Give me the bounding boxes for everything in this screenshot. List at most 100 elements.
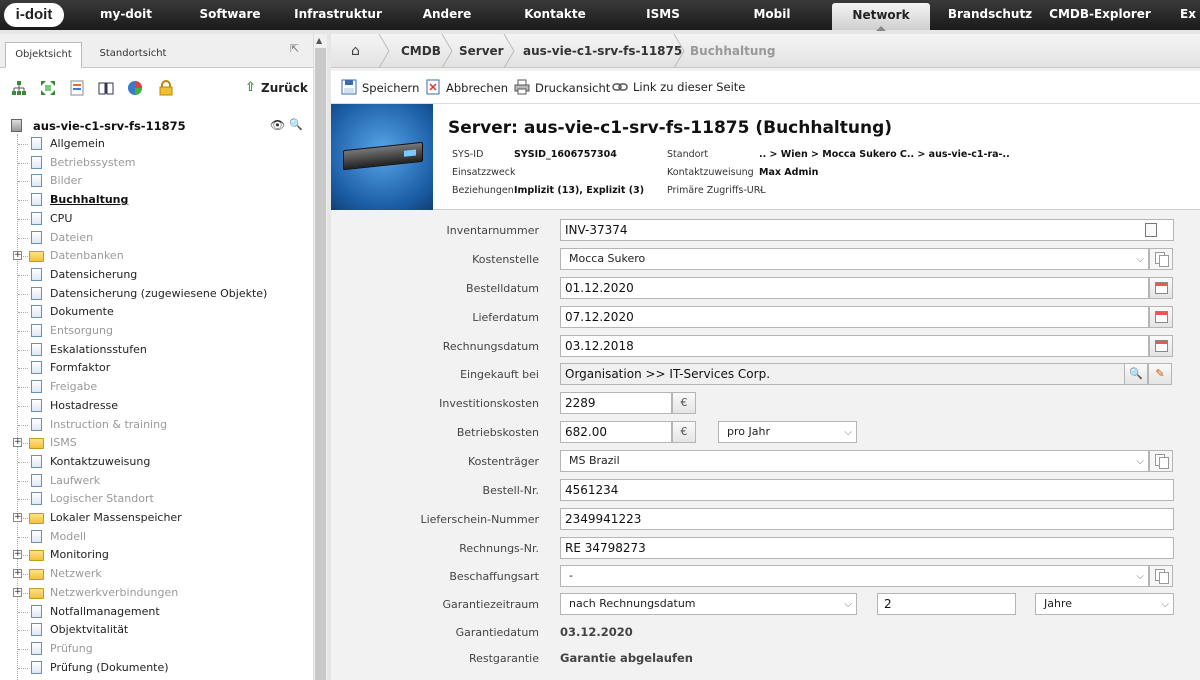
tree-icon[interactable] — [11, 80, 27, 96]
tree-item[interactable]: + ISMS — [0, 434, 313, 453]
cancel-button[interactable]: Abbrechen — [446, 81, 508, 95]
kontakt-value[interactable]: Max Admin — [759, 167, 818, 178]
betriebskosten-input[interactable]: 682.00 — [560, 421, 672, 443]
nav-extras[interactable]: Ex — [1180, 0, 1200, 30]
nav-cmdb-explorer[interactable]: CMDB-Explorer — [1049, 0, 1151, 30]
copy-icon[interactable] — [1149, 450, 1173, 472]
save-icon[interactable] — [341, 79, 357, 95]
nav-my-doit[interactable]: my-doit — [76, 0, 176, 30]
beziehungen-value[interactable]: Implizit (13), Explizit (3) — [514, 185, 644, 196]
expand-plus-icon[interactable]: + — [13, 569, 22, 579]
calendar-icon[interactable] — [1149, 306, 1173, 328]
garantie-basis-select[interactable]: nach Rechnungsdatum ⌵ — [560, 593, 857, 615]
tree-root[interactable]: aus-vie-c1-srv-fs-11875 — [33, 119, 186, 133]
kostentraeger-select[interactable]: MS Brazil ⌵ — [560, 450, 1149, 472]
permalink-button[interactable]: Link zu dieser Seite — [633, 80, 745, 94]
tree-item[interactable]: Freigabe — [0, 378, 313, 397]
tree-item[interactable]: Logischer Standort — [0, 490, 313, 509]
tab-objektsicht[interactable]: Objektsicht — [5, 42, 82, 68]
search-icon[interactable]: 🔍 — [1124, 363, 1148, 385]
save-button[interactable]: Speichern — [362, 81, 419, 95]
expand-plus-icon[interactable]: + — [13, 438, 22, 448]
tree-item[interactable]: CPU — [0, 210, 313, 229]
nav-andere[interactable]: Andere — [397, 0, 497, 30]
tree-item[interactable]: Datensicherung (zugewiesene Objekte) — [0, 285, 313, 304]
tree-item[interactable]: Allgemein — [0, 135, 313, 154]
expand-plus-icon[interactable]: + — [13, 550, 22, 560]
inventarnummer-input[interactable]: INV-37374 — [560, 219, 1174, 241]
expand-icon[interactable] — [40, 80, 56, 96]
copy-icon[interactable] — [1149, 248, 1173, 270]
tree-item[interactable]: Bilder — [0, 172, 313, 191]
breadcrumb-cmdb[interactable]: CMDB — [401, 44, 441, 58]
detach-icon[interactable]: ✎ — [1148, 363, 1172, 385]
calendar-icon[interactable] — [1149, 277, 1173, 299]
idoit-logo[interactable]: i-doit — [4, 3, 64, 27]
back-link[interactable]: Zurück — [261, 81, 308, 95]
tree-item[interactable]: Objektvitalität — [0, 621, 313, 640]
kostenstelle-select[interactable]: Mocca Sukero ⌵ — [560, 248, 1149, 270]
rechnungs-nr-input[interactable]: RE 34798273 — [560, 537, 1174, 559]
tree-item[interactable]: + Lokaler Massenspeicher — [0, 509, 313, 528]
tree-item[interactable]: + Datenbanken — [0, 247, 313, 266]
popout-icon[interactable]: ⇱ — [290, 42, 302, 55]
tree-item[interactable]: + Monitoring — [0, 546, 313, 565]
copy-icon[interactable] — [1149, 565, 1173, 587]
beschaffungsart-select[interactable]: - ⌵ — [560, 565, 1149, 587]
bestell-nr-input[interactable]: 4561234 — [560, 479, 1174, 501]
back-arrow-icon[interactable]: ⇧ — [245, 80, 256, 95]
nav-software[interactable]: Software — [180, 0, 280, 30]
print-button[interactable]: Druckansicht — [535, 81, 610, 95]
eingekauft-bei-input[interactable]: Organisation >> IT-Services Corp. — [560, 363, 1125, 385]
breadcrumb-object[interactable]: aus-vie-c1-srv-fs-11875 — [523, 44, 682, 58]
tree-item[interactable]: Modell — [0, 528, 313, 547]
scroll-up-icon[interactable]: ▲ — [316, 36, 322, 45]
nav-mobil[interactable]: Mobil — [722, 0, 822, 30]
pie-chart-icon[interactable] — [127, 80, 143, 96]
nav-isms[interactable]: ISMS — [613, 0, 713, 30]
tree-item[interactable]: Datensicherung — [0, 266, 313, 285]
tree-item[interactable]: Kontaktzuweisung — [0, 453, 313, 472]
form-icon[interactable] — [69, 80, 85, 96]
tree-item[interactable]: Prüfung — [0, 640, 313, 659]
tree-item[interactable]: Instruction & training — [0, 416, 313, 435]
calendar-icon[interactable] — [1149, 335, 1173, 357]
nav-brandschutz[interactable]: Brandschutz — [940, 0, 1040, 30]
link-icon[interactable] — [612, 79, 628, 95]
tree-item[interactable]: Dokumente — [0, 303, 313, 322]
expand-plus-icon[interactable]: + — [13, 251, 22, 261]
barcode-icon[interactable] — [1145, 223, 1157, 237]
interval-select[interactable]: pro Jahr ⌵ — [718, 421, 857, 443]
tree-item[interactable]: Entsorgung — [0, 322, 313, 341]
tree-item[interactable]: Eskalationsstufen — [0, 341, 313, 360]
standort-value[interactable]: .. > Wien > Mocca Sukero C.. > aus-vie-c… — [759, 149, 1010, 160]
garantie-unit-select[interactable]: Jahre ⌵ — [1035, 593, 1174, 615]
nav-infrastruktur[interactable]: Infrastruktur — [288, 0, 388, 30]
expand-plus-icon[interactable]: + — [13, 513, 22, 522]
lieferschein-input[interactable]: 2349941223 — [560, 508, 1174, 530]
garantie-amount-input[interactable]: 2 — [877, 593, 1016, 615]
tree-item[interactable]: + Netzwerk — [0, 565, 313, 584]
tree-item[interactable]: Hostadresse — [0, 397, 313, 416]
lock-icon[interactable] — [158, 80, 174, 96]
tree-item[interactable]: Betriebssystem — [0, 154, 313, 173]
book-icon[interactable] — [98, 80, 114, 96]
eye-icon[interactable]: 👁 — [270, 118, 285, 132]
tree-item[interactable]: Notfallmanagement — [0, 603, 313, 622]
tree-item[interactable]: Dateien — [0, 229, 313, 248]
tree-item[interactable]: + Netzwerkverbindungen — [0, 584, 313, 603]
breadcrumb-server[interactable]: Server — [459, 44, 504, 58]
scroll-thumb[interactable] — [315, 48, 326, 680]
lieferdatum-input[interactable]: 07.12.2020 — [560, 306, 1149, 328]
tree-item[interactable]: Buchhaltung — [0, 191, 313, 210]
tree-item[interactable]: Laufwerk — [0, 472, 313, 491]
expand-plus-icon[interactable]: + — [13, 587, 22, 597]
tree-item[interactable]: Formfaktor — [0, 359, 313, 378]
nav-kontakte[interactable]: Kontakte — [505, 0, 605, 30]
search-icon[interactable]: 🔍 — [289, 118, 303, 131]
rechnungsdatum-input[interactable]: 03.12.2018 — [560, 335, 1149, 357]
left-scrollbar[interactable]: ▲ — [313, 34, 327, 680]
tree-item[interactable]: Prüfung (Dokumente) — [0, 659, 313, 678]
bestelldatum-input[interactable]: 01.12.2020 — [560, 277, 1149, 299]
investitionskosten-input[interactable]: 2289 — [560, 392, 672, 414]
